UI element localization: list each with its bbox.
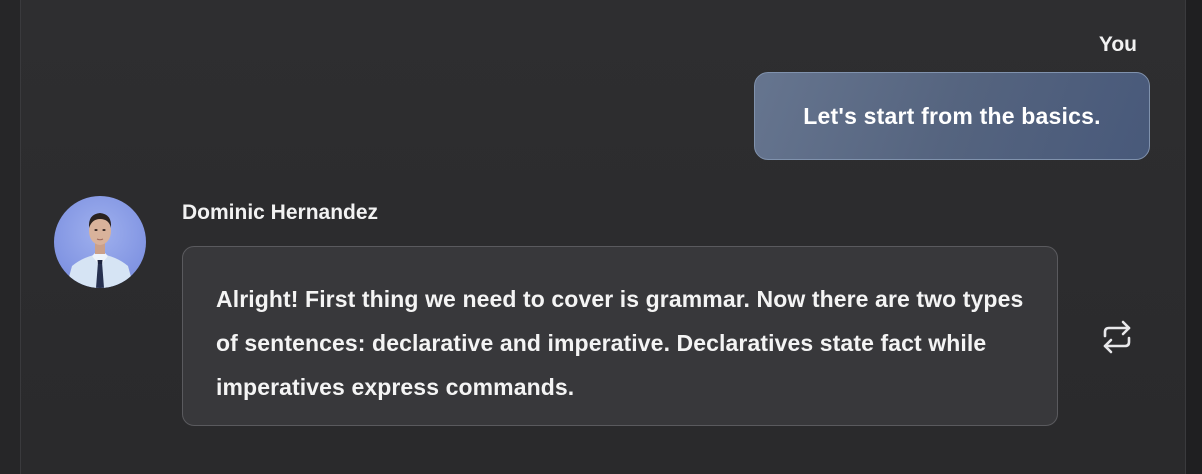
chat-window: You Let's start from the basics. Dominic…: [0, 0, 1202, 474]
scrollbar[interactable]: [1185, 0, 1202, 474]
bot-message-text: Alright! First thing we need to cover is…: [216, 286, 1024, 400]
user-message-text: Let's start from the basics.: [803, 102, 1101, 129]
repeat-arrows-icon: [1103, 320, 1131, 354]
regenerate-button[interactable]: [1096, 316, 1138, 358]
left-sidebar-edge: [0, 0, 21, 474]
avatar[interactable]: [54, 196, 146, 288]
chat-area: You Let's start from the basics. Dominic…: [21, 0, 1185, 460]
avatar-photo: [54, 196, 146, 288]
user-sender-name: You: [1098, 33, 1137, 56]
bot-sender-name: Dominic Hernandez: [182, 201, 379, 224]
bot-message-bubble: Alright! First thing we need to cover is…: [182, 246, 1058, 426]
user-message-bubble: Let's start from the basics.: [754, 72, 1150, 160]
bottom-edge: [21, 460, 1185, 474]
